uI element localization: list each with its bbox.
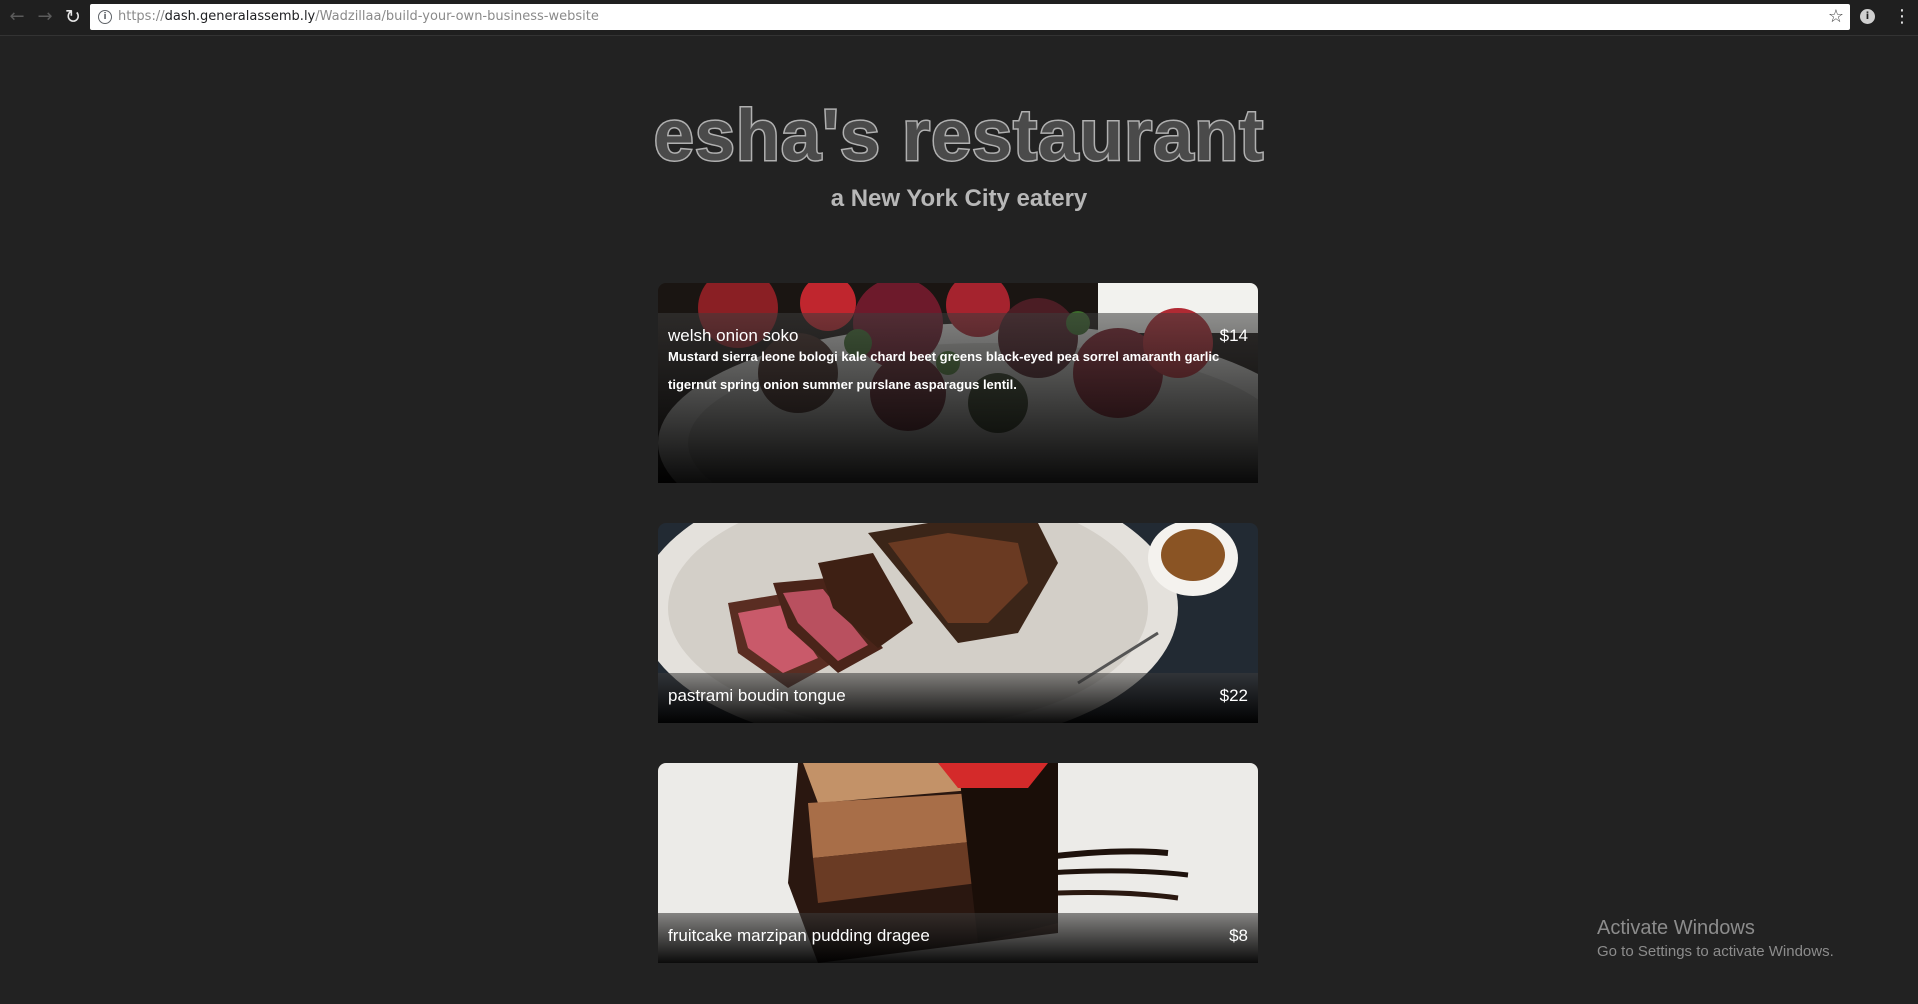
reload-icon[interactable]: ↻ [62, 6, 84, 28]
forward-arrow-icon[interactable]: → [34, 6, 56, 28]
back-arrow-icon[interactable]: ← [6, 6, 28, 28]
dish-name: pastrami boudin tongue [668, 686, 846, 705]
dish-price: $8 [1229, 926, 1248, 945]
menu-card: fruitcake marzipan pudding dragee $8 [658, 763, 1258, 963]
bookmark-star-icon[interactable]: ☆ [1828, 6, 1844, 28]
menu-card: welsh onion soko $14 Mustard sierra leon… [658, 283, 1258, 483]
page-title: esha's restaurant [652, 95, 1265, 178]
dish-description: Mustard sierra leone bologi kale chard b… [668, 349, 1220, 392]
dish-name: fruitcake marzipan pudding dragee [668, 926, 930, 945]
browser-toolbar: ← → ↻ i https://dash.generalassemb.ly/Wa… [0, 0, 1918, 36]
info-icon[interactable]: i [98, 10, 112, 24]
address-bar[interactable]: i https://dash.generalassemb.ly/Wadzilla… [90, 4, 1850, 30]
extension-icon[interactable]: i [1860, 9, 1875, 24]
activate-windows-watermark: Activate Windows [1597, 917, 1755, 939]
url-text[interactable]: https://dash.generalassemb.ly/Wadzillaa/… [118, 4, 599, 30]
menu-card: pastrami boudin tongue $22 [658, 523, 1258, 723]
page-tagline: a New York City eatery [830, 185, 1088, 212]
dish-price: $22 [1219, 686, 1248, 705]
activate-windows-subtitle: Go to Settings to activate Windows. [1597, 943, 1834, 960]
browser-menu-icon[interactable]: ⋮ [1893, 7, 1911, 27]
